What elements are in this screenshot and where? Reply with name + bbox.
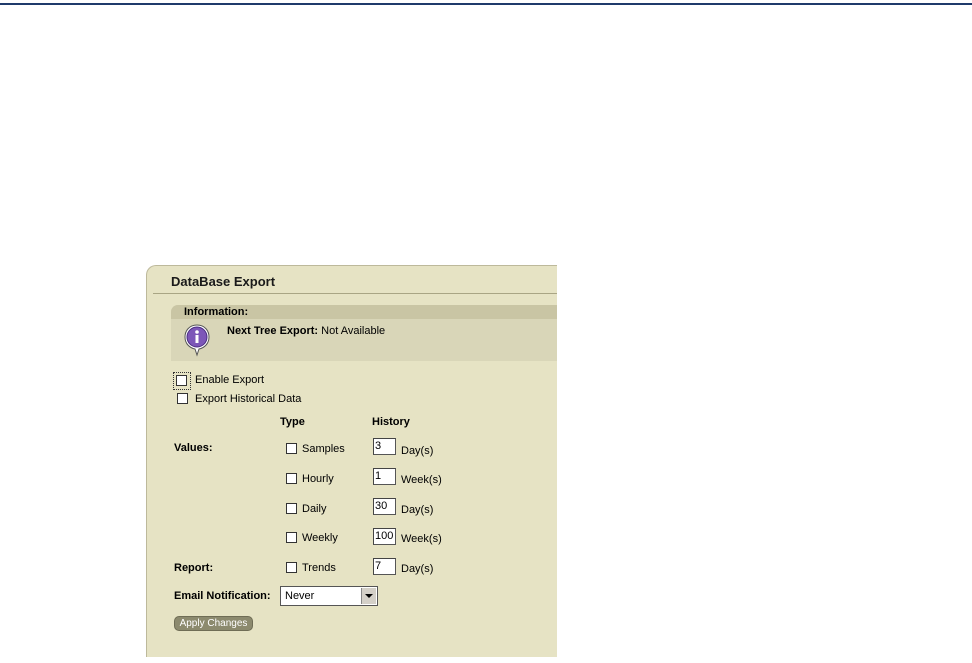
export-historical-checkbox[interactable] [177, 393, 188, 404]
next-tree-export-value: Not Available [321, 325, 386, 337]
trends-checkbox[interactable] [286, 562, 297, 573]
trends-label: Trends [302, 562, 336, 574]
trends-history-input[interactable]: 7 [373, 558, 396, 575]
report-label: Report: [174, 562, 214, 574]
history-column-header: History [372, 416, 410, 428]
database-export-panel: DataBase Export Information: Next Tree E… [146, 265, 557, 657]
hourly-label: Hourly [302, 473, 334, 485]
email-notification-label: Email Notification: [174, 590, 271, 602]
samples-label: Samples [302, 443, 345, 455]
export-historical-label: Export Historical Data [195, 393, 302, 405]
information-header: Information: [171, 305, 557, 319]
samples-checkbox[interactable] [286, 443, 297, 454]
information-box: Information: Next Tree Export: Not Avail… [171, 305, 557, 361]
top-rule [0, 3, 972, 5]
samples-unit: Day(s) [401, 445, 434, 457]
weekly-history-input[interactable]: 100 [373, 528, 396, 545]
type-column-header: Type [280, 416, 305, 428]
daily-label: Daily [302, 503, 327, 515]
samples-history-input[interactable]: 3 [373, 438, 396, 455]
email-notification-value: Never [285, 590, 315, 602]
weekly-checkbox[interactable] [286, 532, 297, 543]
hourly-history-input[interactable]: 1 [373, 468, 396, 485]
enable-export-label: Enable Export [195, 374, 265, 386]
values-label: Values: [174, 442, 213, 454]
daily-history-input[interactable]: 30 [373, 498, 396, 515]
apply-changes-button[interactable]: Apply Changes [174, 616, 253, 631]
weekly-unit: Week(s) [401, 533, 442, 545]
weekly-label: Weekly [302, 532, 338, 544]
daily-unit: Day(s) [401, 504, 434, 516]
hourly-unit: Week(s) [401, 474, 442, 486]
next-tree-export-label: Next Tree Export: [227, 325, 319, 337]
information-header-label: Information: [184, 306, 249, 318]
title-divider [153, 293, 557, 294]
trends-unit: Day(s) [401, 563, 434, 575]
info-icon [184, 324, 210, 357]
chevron-down-icon[interactable] [361, 588, 376, 604]
panel-title: DataBase Export [171, 274, 276, 289]
next-tree-export: Next Tree Export: Not Available [227, 325, 385, 337]
enable-export-checkbox[interactable] [176, 375, 187, 386]
hourly-checkbox[interactable] [286, 473, 297, 484]
email-notification-select[interactable]: Never [280, 586, 378, 606]
daily-checkbox[interactable] [286, 503, 297, 514]
